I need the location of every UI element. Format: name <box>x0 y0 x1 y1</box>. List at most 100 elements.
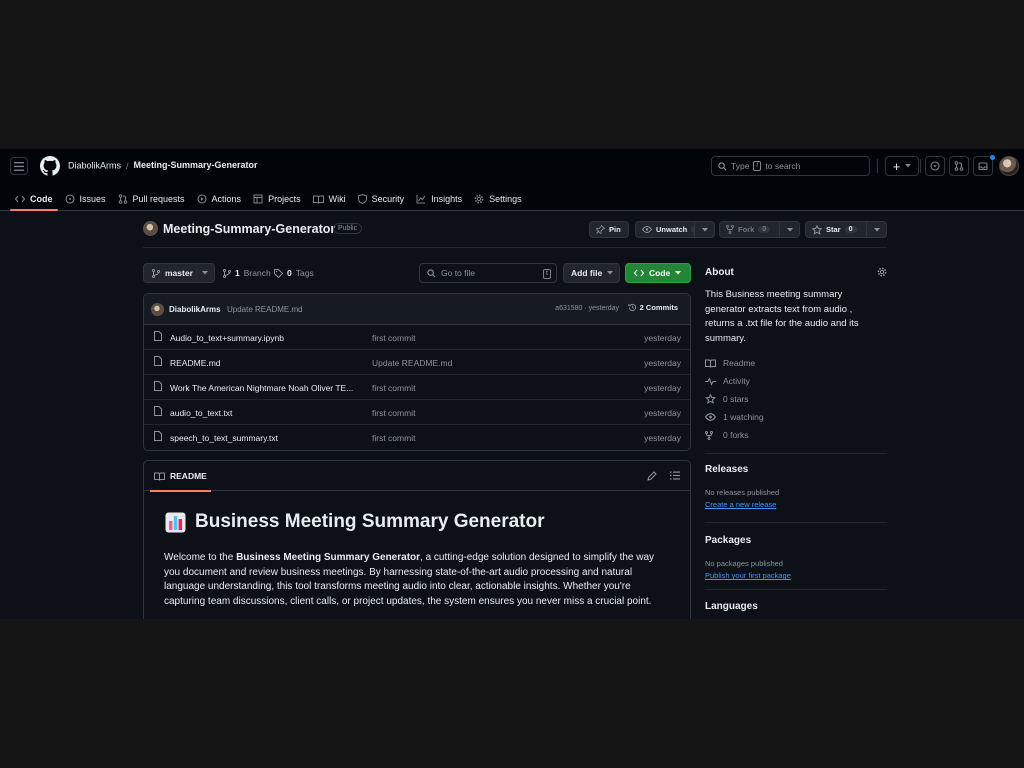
file-name[interactable]: README.md <box>170 358 221 368</box>
commit-message[interactable]: Update README.md <box>227 305 303 314</box>
tab-label: Insights <box>431 194 463 204</box>
tab-label: Code <box>30 194 53 204</box>
commit-author-avatar[interactable] <box>151 303 164 316</box>
file-commit[interactable]: first commit <box>372 408 415 418</box>
tab-label: Projects <box>268 194 301 204</box>
packages-empty: No packages published <box>705 559 783 569</box>
readme-text-bold: Business Meeting Summary Generator <box>236 552 421 563</box>
commit-author[interactable]: DiabolikArms <box>169 305 221 314</box>
create-new-button[interactable]: + <box>885 156 919 176</box>
file-name[interactable]: Work The American Nightmare Noah Oliver … <box>170 383 353 393</box>
tags-link[interactable]: 0 Tags <box>274 263 314 283</box>
user-avatar[interactable] <box>999 156 1019 176</box>
forks-link[interactable]: 0 forks <box>705 426 887 444</box>
fork-icon <box>705 430 716 440</box>
add-file-button[interactable]: Add file <box>563 263 620 283</box>
file-row[interactable]: speech_to_text_summary.txt first commit … <box>144 425 690 450</box>
search-input[interactable]: Type / to search <box>711 156 870 176</box>
tab-settings[interactable]: Settings <box>469 187 527 211</box>
owner-avatar[interactable] <box>143 221 158 236</box>
star-label: Star <box>826 225 841 234</box>
tab-readme[interactable]: README <box>150 461 211 492</box>
star-button[interactable]: Star 0 <box>805 221 867 238</box>
outline-icon[interactable] <box>670 471 680 480</box>
search-icon <box>427 268 436 278</box>
file-row[interactable]: README.md Update README.md yesterday <box>144 350 690 375</box>
tab-code[interactable]: Code <box>10 187 58 211</box>
fork-label: Fork <box>738 225 755 234</box>
file-commit[interactable]: first commit <box>372 433 415 443</box>
header-divider <box>143 247 887 248</box>
repo-name[interactable]: Meeting-Summary-Generator <box>163 222 335 236</box>
file-icon <box>154 331 162 341</box>
file-row[interactable]: Audio_to_text+summary.ipynb first commit… <box>144 325 690 350</box>
issues-button[interactable] <box>925 156 945 176</box>
star-icon <box>705 394 716 405</box>
repo-sidebar: About This Business meeting summary gene… <box>705 263 887 612</box>
tab-actions[interactable]: Actions <box>192 187 247 211</box>
stars-link[interactable]: 0 stars <box>705 390 887 408</box>
pull-requests-button[interactable] <box>949 156 969 176</box>
go-to-file-input[interactable]: Go to file t <box>419 263 557 283</box>
fork-dropdown[interactable] <box>779 221 800 238</box>
book-icon <box>154 472 165 481</box>
fork-count: 0 <box>758 226 771 233</box>
file-name[interactable]: Audio_to_text+summary.ipynb <box>170 333 284 343</box>
file-row[interactable]: audio_to_text.txt first commit yesterday <box>144 400 690 425</box>
commit-hash[interactable]: a631580 · yesterday <box>555 305 619 312</box>
breadcrumb-owner[interactable]: DiabolikArms <box>68 161 121 171</box>
plus-icon: + <box>892 158 901 174</box>
publish-package-link[interactable]: Publish your first package <box>705 571 887 580</box>
code-icon <box>634 269 644 277</box>
breadcrumb-repo[interactable]: Meeting-Summary-Generator <box>134 160 258 170</box>
about-item-label: Readme <box>723 358 756 369</box>
packages-title[interactable]: Packages <box>705 535 887 546</box>
watching-link[interactable]: 1 watching <box>705 408 887 426</box>
branch-icon <box>152 268 160 278</box>
visibility-badge: Public <box>333 223 363 234</box>
history-icon <box>628 303 637 312</box>
about-item-label: 0 forks <box>723 430 749 441</box>
releases-title[interactable]: Releases <box>705 464 887 475</box>
tab-wiki[interactable]: Wiki <box>308 187 351 211</box>
star-dropdown[interactable] <box>866 221 887 238</box>
unwatch-button[interactable]: Unwatch 1 <box>635 221 704 238</box>
file-commit[interactable]: first commit <box>372 333 415 343</box>
shield-icon <box>357 194 367 204</box>
code-button-label: Code <box>649 268 671 278</box>
tab-projects[interactable]: Projects <box>248 187 306 211</box>
create-release-link[interactable]: Create a new release <box>705 500 887 509</box>
tag-label: Tags <box>295 268 314 278</box>
branches-link[interactable]: 1 Branch <box>223 263 271 283</box>
tab-issues[interactable]: Issues <box>60 187 111 211</box>
file-name[interactable]: speech_to_text_summary.txt <box>170 433 278 443</box>
file-row[interactable]: Work The American Nightmare Noah Oliver … <box>144 375 690 400</box>
menu-icon[interactable] <box>10 157 28 175</box>
file-commit[interactable]: first commit <box>372 383 415 393</box>
file-commit[interactable]: Update README.md <box>372 358 452 368</box>
file-time: yesterday <box>644 383 681 393</box>
commits-link[interactable]: 2 Commits <box>628 303 678 312</box>
tab-insights[interactable]: Insights <box>411 187 467 211</box>
github-repo-page: DiabolikArms / Meeting-Summary-Generator T… <box>0 149 1024 619</box>
about-links: Readme Activity 0 stars 1 watching 0 for… <box>705 354 887 444</box>
eye-icon <box>642 226 652 233</box>
fork-button[interactable]: Fork 0 <box>719 221 780 238</box>
branch-selector[interactable]: master <box>143 263 215 283</box>
issue-icon <box>930 161 940 171</box>
tab-pull-requests[interactable]: Pull requests <box>113 187 190 211</box>
add-file-label: Add file <box>571 268 603 278</box>
notification-dot <box>990 155 995 160</box>
tab-security[interactable]: Security <box>353 187 410 211</box>
github-logo-icon[interactable] <box>40 156 60 176</box>
table-icon <box>253 194 263 204</box>
pencil-icon[interactable] <box>647 471 657 481</box>
watch-dropdown[interactable] <box>694 221 715 238</box>
gear-icon[interactable] <box>877 267 887 277</box>
readme-title: Business Meeting Summary Generator <box>165 511 545 533</box>
code-button[interactable]: Code <box>625 263 691 283</box>
pin-button[interactable]: Pin <box>589 221 629 238</box>
readme-link[interactable]: Readme <box>705 354 887 372</box>
file-name[interactable]: audio_to_text.txt <box>170 408 232 418</box>
activity-link[interactable]: Activity <box>705 372 887 390</box>
